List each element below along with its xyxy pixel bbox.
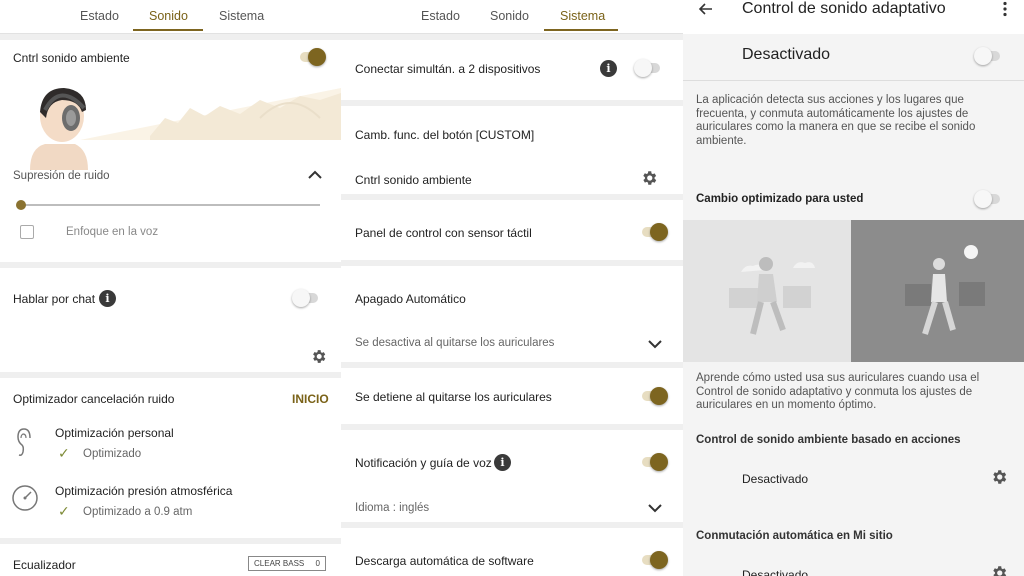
ear-icon — [17, 428, 31, 456]
equalizer-preset-badge: CLEAR BASS 0 — [248, 556, 326, 571]
tab-sonido[interactable]: Sonido — [149, 9, 188, 23]
equalizer-preset-name: CLEAR BASS — [254, 559, 305, 568]
place-section-title: Conmutación automática en Mi sitio — [696, 530, 893, 542]
tab-sistema[interactable]: Sistema — [560, 9, 605, 23]
optimized-row: Cambio optimizado para usted — [683, 180, 1024, 220]
nc-optimizer-card: Optimizador cancelación ruido INICIO Opt… — [0, 378, 341, 538]
tab-active-indicator — [133, 29, 203, 31]
voice-focus-checkbox[interactable] — [20, 225, 34, 239]
pause-removed-toggle[interactable] — [640, 386, 668, 406]
status-label: Desactivado — [742, 46, 831, 63]
sound-panel: Estado Sonido Sistema Cntrl sonido ambie… — [0, 0, 341, 576]
personal-optimization-label: Optimización personal — [55, 426, 174, 440]
info-icon[interactable]: i — [494, 454, 511, 471]
divider — [683, 80, 1024, 81]
language-value[interactable]: Idioma : inglés — [355, 502, 429, 514]
noise-cancel-label: Supresión de ruido — [13, 170, 110, 182]
gear-icon[interactable] — [310, 348, 327, 365]
info-icon[interactable]: i — [600, 60, 617, 77]
auto-update-toggle[interactable] — [640, 550, 668, 570]
learn-text: Aprende cómo usted usa sus auriculares c… — [696, 372, 980, 411]
system-panel: Estado Sonido Sistema Conectar simultán.… — [341, 0, 683, 576]
custom-button-value: Cntrl sonido ambiente — [355, 173, 472, 187]
auto-update-label: Descarga automática de software — [355, 554, 534, 568]
multipoint-card: Conectar simultán. a 2 dispositivos i — [341, 40, 683, 100]
tab-sistema[interactable]: Sistema — [219, 9, 264, 23]
check-icon: ✓ — [58, 445, 70, 461]
optimized-label: Cambio optimizado para usted — [696, 193, 864, 205]
equalizer-label: Ecualizador — [13, 558, 76, 572]
touch-panel-label: Panel de control con sensor táctil — [355, 226, 532, 240]
actions-section-value: Desactivado — [742, 472, 809, 486]
pressure-optimization-status: Optimizado a 0.9 atm — [83, 506, 193, 518]
speak-to-chat-card: Hablar por chat i — [0, 268, 341, 372]
multipoint-label: Conectar simultán. a 2 dispositivos — [355, 62, 541, 76]
status-row: Desactivado — [683, 34, 1024, 80]
speak-to-chat-toggle[interactable] — [292, 288, 320, 308]
touch-panel-toggle[interactable] — [640, 222, 668, 242]
voice-focus-label: Enfoque en la voz — [66, 226, 159, 238]
place-section-value: Desactivado — [742, 568, 809, 576]
noise-level-slider[interactable] — [20, 204, 320, 206]
ambient-illustration — [30, 88, 341, 170]
adaptive-illustration — [683, 220, 1024, 362]
tab-estado[interactable]: Estado — [421, 9, 460, 23]
optimized-toggle[interactable] — [974, 189, 1002, 209]
voice-guide-card: Notificación y guía de voz i Idioma : in… — [341, 430, 683, 522]
tab-sonido[interactable]: Sonido — [490, 9, 529, 23]
pressure-optimization-label: Optimización presión atmosférica — [55, 484, 233, 498]
actions-section-title: Control de sonido ambiente basado en acc… — [696, 434, 961, 446]
nc-optimizer-label: Optimizador cancelación ruido — [13, 392, 175, 406]
back-arrow-icon[interactable] — [698, 1, 714, 17]
voice-guide-label: Notificación y guía de voz — [355, 456, 492, 470]
tab-estado[interactable]: Estado — [80, 9, 119, 23]
info-icon[interactable]: i — [99, 290, 116, 307]
personal-optimization-status: Optimizado — [83, 448, 142, 460]
equalizer-preset-value: 0 — [315, 559, 320, 568]
ambient-sound-toggle[interactable] — [298, 47, 326, 67]
tab-active-indicator — [544, 29, 618, 31]
gear-icon[interactable] — [640, 169, 658, 187]
custom-button-label: Camb. func. del botón [CUSTOM] — [355, 128, 535, 142]
start-optimizer-button[interactable]: INICIO — [292, 392, 329, 406]
gear-icon[interactable] — [990, 468, 1008, 486]
multipoint-toggle[interactable] — [634, 58, 662, 78]
app-bar: Control de sonido adaptativo — [683, 0, 1024, 34]
equalizer-card[interactable]: Ecualizador CLEAR BASS 0 — [0, 544, 341, 576]
auto-off-label: Apagado Automático — [355, 292, 466, 306]
pause-removed-card: Se detiene al quitarse los auriculares — [341, 368, 683, 424]
chevron-down-icon[interactable] — [647, 338, 663, 350]
ambient-sound-card: Cntrl sonido ambiente Supresión de ruido… — [0, 40, 341, 262]
auto-update-card: Descarga automática de software — [341, 528, 683, 576]
auto-off-card[interactable]: Apagado Automático Se desactiva al quita… — [341, 266, 683, 362]
auto-off-value: Se desactiva al quitarse los auriculares — [355, 337, 555, 349]
chevron-down-icon[interactable] — [647, 502, 663, 514]
voice-guide-toggle[interactable] — [640, 452, 668, 472]
adaptive-control-toggle[interactable] — [974, 46, 1002, 66]
tab-bar: Estado Sonido Sistema — [0, 0, 341, 34]
slider-handle[interactable] — [16, 200, 26, 210]
more-options-icon[interactable] — [1002, 1, 1008, 17]
pause-removed-label: Se detiene al quitarse los auriculares — [355, 390, 552, 404]
pressure-gauge-icon — [12, 485, 38, 511]
speak-to-chat-label: Hablar por chat — [13, 292, 96, 306]
chevron-up-icon[interactable] — [307, 169, 323, 181]
touch-panel-card: Panel de control con sensor táctil — [341, 200, 683, 260]
tab-bar: Estado Sonido Sistema — [341, 0, 683, 34]
adaptive-sound-panel: Control de sonido adaptativo Desactivado… — [683, 0, 1024, 576]
ambient-sound-label: Cntrl sonido ambiente — [13, 51, 130, 65]
page-title: Control de sonido adaptativo — [742, 0, 946, 17]
custom-button-card[interactable]: Camb. func. del botón [CUSTOM] Cntrl son… — [341, 106, 683, 194]
gear-icon[interactable] — [990, 564, 1008, 576]
check-icon: ✓ — [58, 503, 70, 519]
description-text: La aplicación detecta sus acciones y los… — [696, 94, 976, 147]
